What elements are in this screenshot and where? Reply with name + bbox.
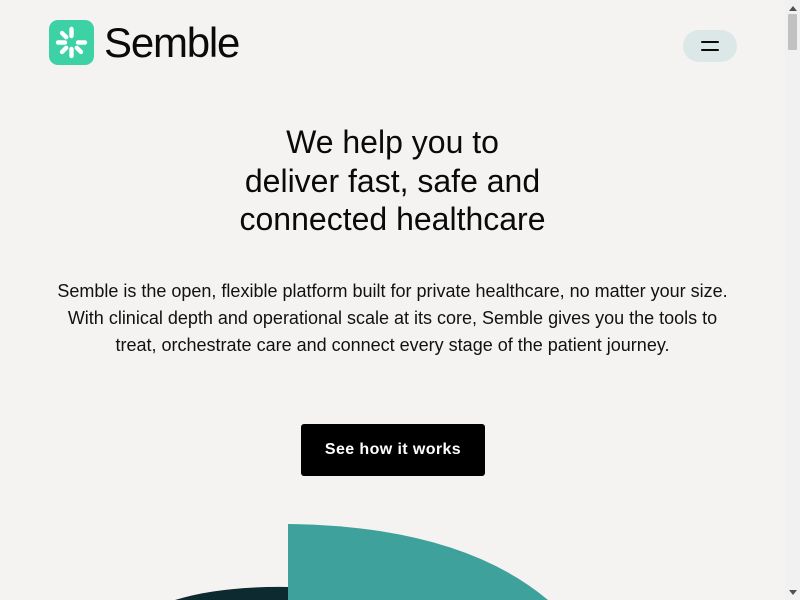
scroll-down-icon[interactable] bbox=[785, 586, 800, 598]
brand-name: Semble bbox=[104, 18, 240, 66]
hero-title-line: We help you to bbox=[286, 124, 499, 160]
page: Semble We help you to deliver fast, safe… bbox=[0, 0, 785, 600]
dark-arc-shape bbox=[175, 586, 288, 600]
scroll-up-icon[interactable] bbox=[785, 2, 800, 14]
see-how-it-works-button[interactable]: See how it works bbox=[301, 424, 485, 476]
menu-bar bbox=[701, 41, 719, 43]
hero-illustration bbox=[175, 524, 548, 600]
brand-logo[interactable]: Semble bbox=[49, 18, 240, 66]
hero-title: We help you to deliver fast, safe and co… bbox=[0, 123, 785, 239]
hero-title-line: deliver fast, safe and bbox=[244, 162, 541, 199]
hero-title-line: connected healthcare bbox=[239, 201, 546, 237]
vertical-scrollbar[interactable] bbox=[785, 0, 800, 600]
semble-spark-icon bbox=[49, 20, 94, 65]
hamburger-menu-icon[interactable] bbox=[683, 30, 737, 62]
teal-quarter-shape bbox=[288, 524, 548, 600]
scrollbar-thumb[interactable] bbox=[788, 14, 797, 50]
hero-description: Semble is the open, flexible platform bu… bbox=[57, 281, 728, 355]
menu-bar bbox=[701, 49, 719, 51]
